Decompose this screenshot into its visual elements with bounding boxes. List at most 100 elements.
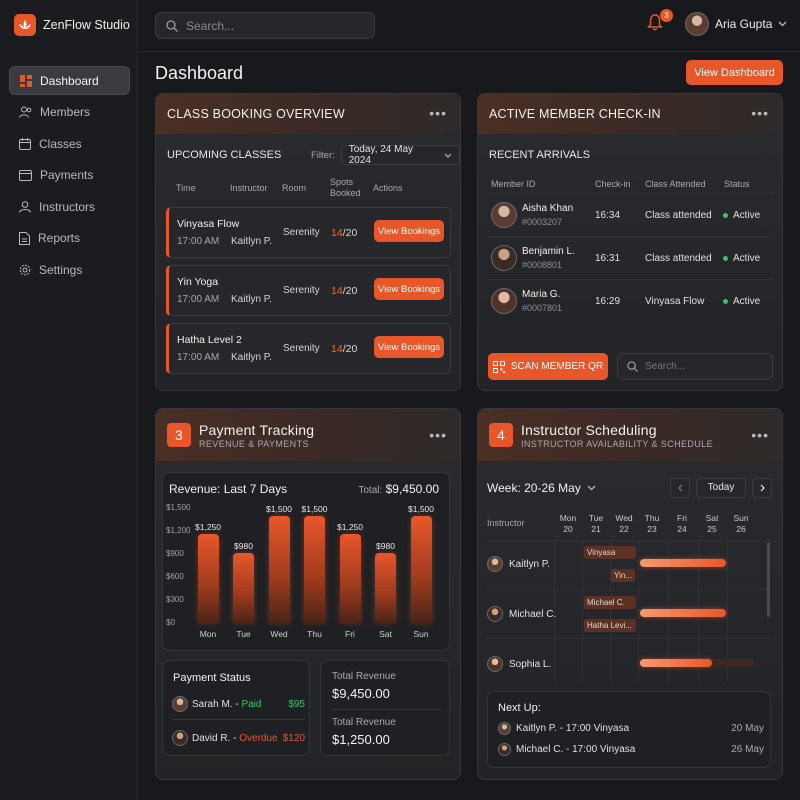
member-name: Aisha Khan <box>522 203 574 214</box>
revenue-bar[interactable] <box>339 533 361 623</box>
table-row[interactable]: Aisha Khan #0003207 16:34 Class attended… <box>488 194 774 237</box>
member-checkin-card: ACTIVE MEMBER CHECK-IN ••• RECENT ARRIVA… <box>477 93 783 391</box>
avatar <box>498 721 511 735</box>
instructor-row[interactable]: Michael C. <box>487 606 556 622</box>
class-name: Vinyasa Flow <box>177 218 240 230</box>
payment-row[interactable]: Sarah M. - Paid $95 <box>172 696 305 712</box>
sidebar-item-instructors[interactable]: Instructors <box>9 192 130 221</box>
more-options-icon[interactable]: ••• <box>429 105 447 121</box>
gear-icon <box>19 264 31 275</box>
view-bookings-button[interactable]: View Bookings <box>374 220 444 242</box>
prev-week-button[interactable] <box>670 478 690 498</box>
sidebar-item-settings[interactable]: Settings <box>9 255 130 284</box>
card-icon <box>19 169 32 181</box>
view-dashboard-button[interactable]: View Dashboard <box>686 60 783 85</box>
week-label: Week: 20-26 May <box>487 481 581 495</box>
y-tick-label: $900 <box>166 549 184 558</box>
schedule-session[interactable]: Michael C. <box>584 596 636 609</box>
more-options-icon[interactable]: ••• <box>751 427 769 443</box>
total-label: Total: <box>358 485 383 496</box>
view-bookings-button[interactable]: View Bookings <box>374 336 444 358</box>
spots-booked: 14 <box>331 227 343 239</box>
x-tick-label: Thu <box>307 629 322 639</box>
bar-value-label: $1,500 <box>408 504 434 514</box>
sidebar-nav: Dashboard Members Classes Payments Instr… <box>9 66 130 287</box>
next-up-item[interactable]: Kaitlyn P. - 17:00 Vinyasa 20 May <box>498 720 764 736</box>
class-time: 17:00 AM <box>177 236 220 247</box>
table-row[interactable]: Yin Yoga 17:00 AM Kaitlyn P. Serenity 14… <box>166 265 451 316</box>
availability-bar[interactable] <box>640 659 712 667</box>
class-instructor: Kaitlyn P. <box>231 352 272 363</box>
members-icon <box>19 106 32 118</box>
sidebar-item-reports[interactable]: Reports <box>9 224 130 253</box>
column-header: Status <box>724 179 750 189</box>
more-options-icon[interactable]: ••• <box>429 427 447 443</box>
payment-row[interactable]: David R. - Overdue $120 <box>172 730 305 746</box>
member-search[interactable] <box>617 353 773 380</box>
revenue-bar[interactable] <box>268 516 290 623</box>
next-week-button[interactable] <box>752 478 772 498</box>
column-header: Actions <box>373 183 403 193</box>
more-options-icon[interactable]: ••• <box>751 105 769 121</box>
sidebar-item-members[interactable]: Members <box>9 98 130 127</box>
date-filter-select[interactable]: Today, 24 May 2024 <box>340 144 460 166</box>
next-up-text: Kaitlyn P. - 17:00 Vinyasa <box>516 722 630 734</box>
search-input[interactable] <box>186 18 356 33</box>
availability-bar[interactable] <box>640 559 726 567</box>
scan-member-qr-button[interactable]: SCAN MEMBER QR <box>488 353 608 380</box>
payment-amount: $95 <box>288 698 305 710</box>
x-tick-label: Mon <box>199 629 217 639</box>
day-header: Sun 26 <box>727 513 755 535</box>
table-row[interactable]: Vinyasa Flow 17:00 AM Kaitlyn P. Serenit… <box>166 207 451 258</box>
instructor-row[interactable]: Kaitlyn P. <box>487 556 550 572</box>
global-search[interactable] <box>155 12 375 39</box>
search-icon <box>166 19 178 32</box>
notification-count-badge: 3 <box>660 9 673 22</box>
checkin-time: 16:31 <box>595 253 621 264</box>
availability-bar[interactable] <box>640 609 726 617</box>
x-tick-label: Sat <box>379 629 392 639</box>
revenue-bar[interactable] <box>197 533 219 623</box>
column-header: Spots Booked <box>330 177 361 198</box>
revenue-bar[interactable] <box>233 553 254 623</box>
table-row[interactable]: Benjamin L. #0008801 16:31 Class attende… <box>488 237 774 280</box>
grid-line <box>487 540 770 541</box>
week-selector[interactable]: Week: 20-26 May <box>487 481 596 495</box>
avatar <box>491 288 517 314</box>
spots-booked: 14 <box>331 343 343 355</box>
column-header: Room <box>282 183 307 193</box>
avatar <box>498 742 511 756</box>
section-title: RECENT ARRIVALS <box>489 149 591 161</box>
user-menu[interactable]: Aria Gupta <box>685 12 787 36</box>
table-row[interactable]: Maria G. #0007801 16:29 Vinyasa Flow Act… <box>488 280 774 323</box>
view-bookings-button[interactable]: View Bookings <box>374 278 444 300</box>
instructor-name: Michael C. <box>509 608 557 620</box>
today-button[interactable]: Today <box>696 478 746 498</box>
revenue-bar[interactable] <box>375 553 396 623</box>
search-input[interactable] <box>645 361 765 372</box>
status-text: Active <box>733 210 761 221</box>
sidebar-item-payments[interactable]: Payments <box>9 161 130 190</box>
revenue-bar[interactable] <box>410 516 432 623</box>
next-up-title: Next Up: <box>498 702 541 714</box>
sidebar-item-dashboard[interactable]: Dashboard <box>9 66 130 95</box>
payment-amount: $120 <box>282 732 305 744</box>
scrollbar[interactable] <box>767 542 770 617</box>
day-number: 26 <box>736 524 746 534</box>
revenue-bar[interactable] <box>304 516 325 623</box>
qr-code-icon <box>492 360 505 373</box>
schedule-session[interactable]: Vinyasa <box>584 546 636 559</box>
instructor-row[interactable]: Sophia L. <box>487 656 551 672</box>
next-up-item[interactable]: Michael C. - 17:00 Vinyasa 26 May <box>498 741 764 757</box>
sidebar-item-classes[interactable]: Classes <box>9 129 130 158</box>
card-header: CLASS BOOKING OVERVIEW ••• <box>156 94 460 134</box>
brand[interactable]: ZenFlow Studio <box>14 14 130 36</box>
notifications-button[interactable]: 3 <box>647 9 673 36</box>
schedule-session[interactable]: Hatha Levi... <box>584 619 636 632</box>
avatar <box>172 696 188 712</box>
table-row[interactable]: Hatha Level 2 17:00 AM Kaitlyn P. Sereni… <box>166 323 451 374</box>
panel-title: Payment Status <box>173 672 251 684</box>
search-icon <box>627 361 638 372</box>
schedule-session[interactable]: Yin... <box>611 569 635 582</box>
day-header: Thu 23 <box>638 513 666 535</box>
